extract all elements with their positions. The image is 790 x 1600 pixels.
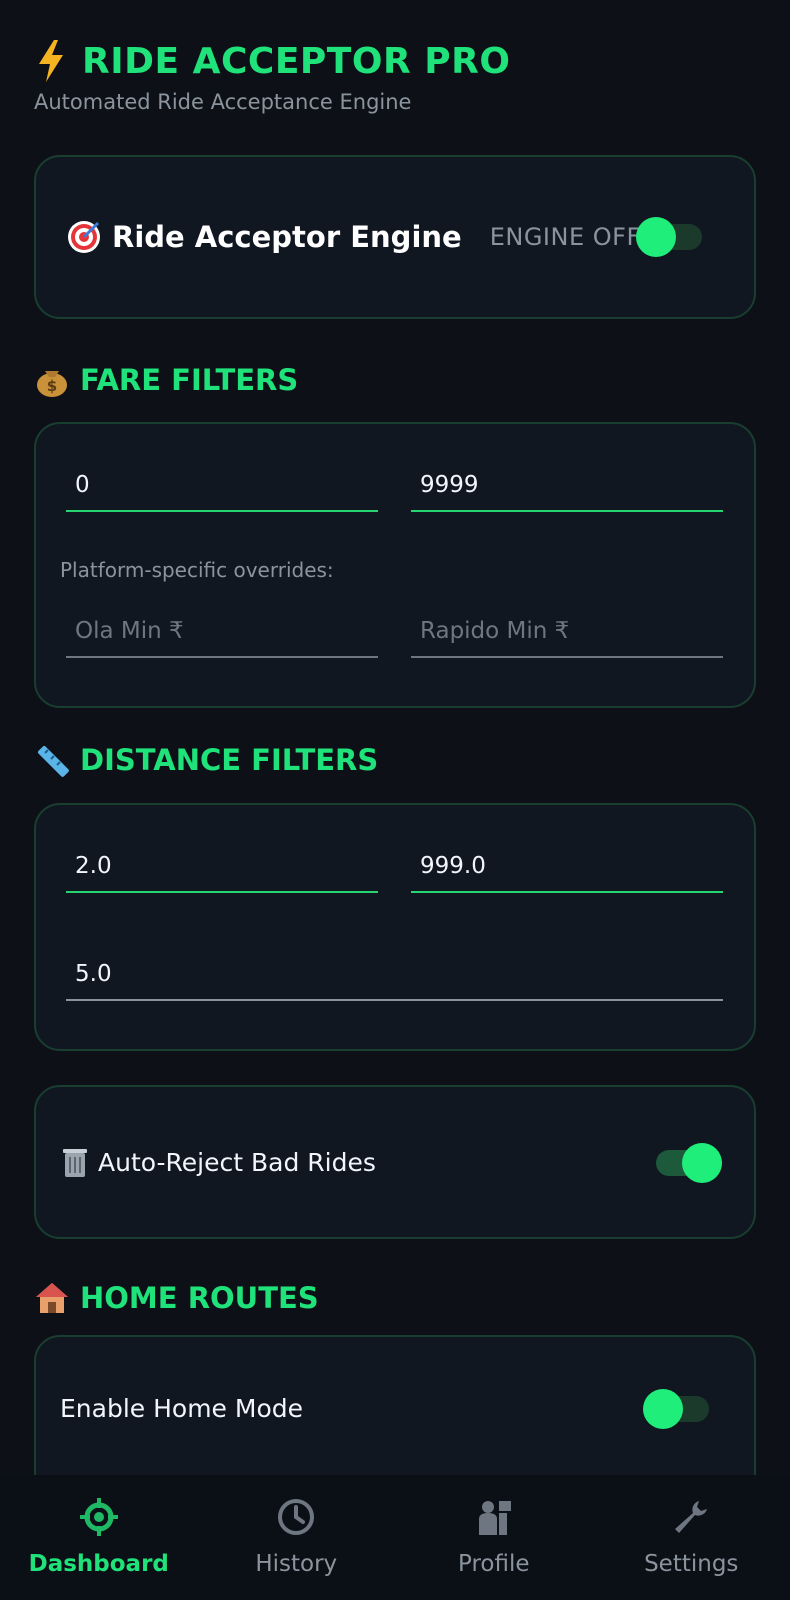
home-mode-row: Enable Home Mode: [60, 1337, 303, 1479]
nav-label-dashboard: Dashboard: [28, 1551, 169, 1577]
ruler-icon: [37, 745, 69, 777]
clock-icon: [278, 1499, 315, 1535]
auto-reject-label: Auto-Reject Bad Rides: [98, 1147, 376, 1177]
engine-row: Ride Acceptor Engine ENGINE OFF: [66, 157, 641, 317]
wrench-icon: [675, 1501, 708, 1533]
app-root: RIDE ACCEPTOR PRO Automated Ride Accepta…: [0, 0, 790, 1600]
nav-item-dashboard[interactable]: Dashboard: [0, 1475, 198, 1600]
nav-item-settings[interactable]: Settings: [593, 1475, 790, 1600]
header: RIDE ACCEPTOR PRO Automated Ride Accepta…: [34, 38, 510, 114]
ola-min-input[interactable]: Ola Min ₹: [66, 606, 378, 658]
nav-item-history[interactable]: History: [198, 1475, 396, 1600]
auto-reject-card: Auto-Reject Bad Rides: [34, 1085, 756, 1239]
overrides-hint: Platform-specific overrides:: [60, 558, 334, 582]
engine-status: ENGINE OFF: [489, 223, 641, 251]
distance-filters-title: DISTANCE FILTERS: [34, 742, 378, 778]
pickup-distance-input[interactable]: 5.0: [66, 949, 723, 1001]
engine-label: Ride Acceptor Engine: [112, 220, 462, 254]
fare-filters-title: $ FARE FILTERS: [34, 362, 298, 398]
home-mode-toggle-knob: [643, 1389, 683, 1429]
home-mode-toggle[interactable]: [643, 1389, 709, 1429]
min-distance-input[interactable]: 2.0: [66, 841, 378, 893]
nav-item-profile[interactable]: Profile: [395, 1475, 593, 1600]
title-row: RIDE ACCEPTOR PRO: [34, 38, 510, 84]
min-fare-input[interactable]: 0: [66, 460, 378, 512]
nav-label-profile: Profile: [457, 1551, 530, 1577]
app-subtitle: Automated Ride Acceptance Engine: [34, 90, 412, 114]
auto-reject-toggle-knob: [682, 1143, 722, 1183]
home-routes-title-text: HOME ROUTES: [80, 1281, 319, 1315]
auto-reject-toggle[interactable]: [656, 1143, 722, 1183]
house-icon: [36, 1283, 68, 1313]
bottom-navbar: Dashboard History Profile Settings: [0, 1475, 790, 1600]
max-distance-input[interactable]: 999.0: [411, 841, 723, 893]
money-bag-icon: $: [37, 371, 67, 397]
auto-reject-row: Auto-Reject Bad Rides: [60, 1087, 376, 1237]
distance-filters-title-text: DISTANCE FILTERS: [80, 743, 379, 777]
distance-filters-card: 2.0 999.0 5.0: [34, 803, 756, 1051]
target-icon: [68, 221, 100, 253]
home-routes-title: HOME ROUTES: [34, 1280, 319, 1316]
engine-card: Ride Acceptor Engine ENGINE OFF: [34, 155, 756, 319]
lightning-bolt-icon: [39, 40, 63, 82]
nav-label-settings: Settings: [644, 1551, 739, 1577]
fare-filters-card: 0 9999 Platform-specific overrides: Ola …: [34, 422, 756, 708]
max-fare-input[interactable]: 9999: [411, 460, 723, 512]
engine-toggle-knob: [636, 217, 676, 257]
person-icon: [478, 1501, 511, 1535]
fare-filters-title-text: FARE FILTERS: [80, 363, 299, 397]
rapido-min-input[interactable]: Rapido Min ₹: [411, 606, 723, 658]
crosshair-icon: [79, 1498, 118, 1536]
trash-icon: [63, 1149, 87, 1177]
svg-text:$: $: [47, 377, 57, 395]
nav-label-history: History: [255, 1551, 338, 1577]
engine-toggle[interactable]: [636, 217, 702, 257]
home-mode-label: Enable Home Mode: [60, 1393, 303, 1423]
app-title: RIDE ACCEPTOR PRO: [82, 40, 511, 82]
